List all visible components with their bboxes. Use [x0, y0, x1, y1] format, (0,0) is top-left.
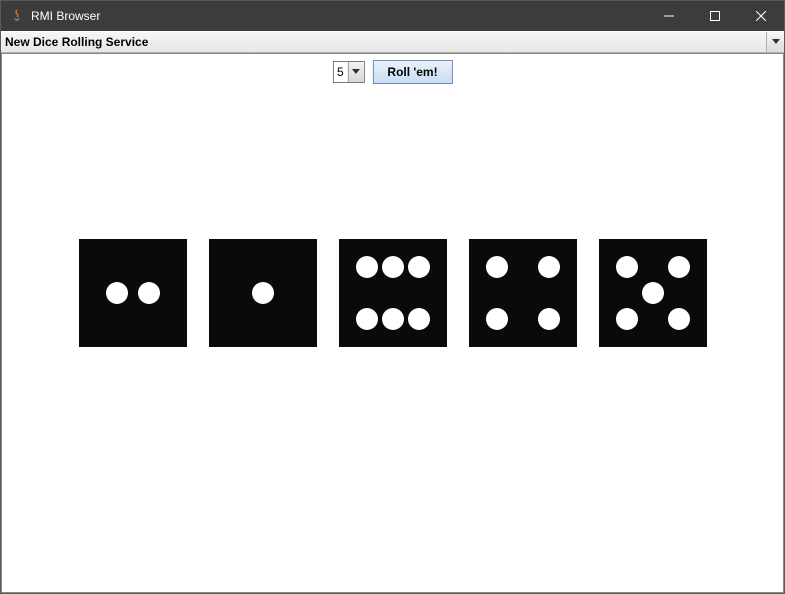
pip — [356, 256, 378, 278]
pip — [538, 308, 560, 330]
service-combobox[interactable]: New Dice Rolling Service — [1, 31, 784, 53]
pip — [486, 256, 508, 278]
maximize-button[interactable] — [692, 1, 738, 31]
pip — [616, 308, 638, 330]
pip — [252, 282, 274, 304]
pip — [106, 282, 128, 304]
roll-button[interactable]: Roll 'em! — [372, 60, 452, 84]
die — [79, 239, 187, 347]
window-title: RMI Browser — [31, 9, 100, 23]
dice-count-value: 5 — [333, 62, 347, 82]
minimize-button[interactable] — [646, 1, 692, 31]
toolbar: 5 Roll 'em! — [332, 60, 452, 84]
pip — [642, 282, 664, 304]
die — [599, 239, 707, 347]
content-pane: 5 Roll 'em! — [1, 53, 784, 593]
close-button[interactable] — [738, 1, 784, 31]
java-icon — [9, 8, 25, 24]
pip — [382, 256, 404, 278]
chevron-down-icon — [766, 32, 784, 52]
pip — [356, 308, 378, 330]
pip — [616, 256, 638, 278]
pip — [138, 282, 160, 304]
die — [209, 239, 317, 347]
pip — [486, 308, 508, 330]
pip — [382, 308, 404, 330]
die — [469, 239, 577, 347]
titlebar[interactable]: RMI Browser — [1, 1, 784, 31]
pip — [538, 256, 560, 278]
window-controls — [646, 1, 784, 31]
pip — [668, 256, 690, 278]
app-window: RMI Browser New Dice Rolling Service 5 — [0, 0, 785, 594]
dice-count-spinner[interactable]: 5 — [332, 61, 364, 83]
die — [339, 239, 447, 347]
pip — [408, 256, 430, 278]
pip — [408, 308, 430, 330]
pip — [668, 308, 690, 330]
chevron-down-icon — [347, 62, 363, 82]
dice-row — [2, 239, 783, 347]
service-combobox-value: New Dice Rolling Service — [1, 32, 766, 52]
